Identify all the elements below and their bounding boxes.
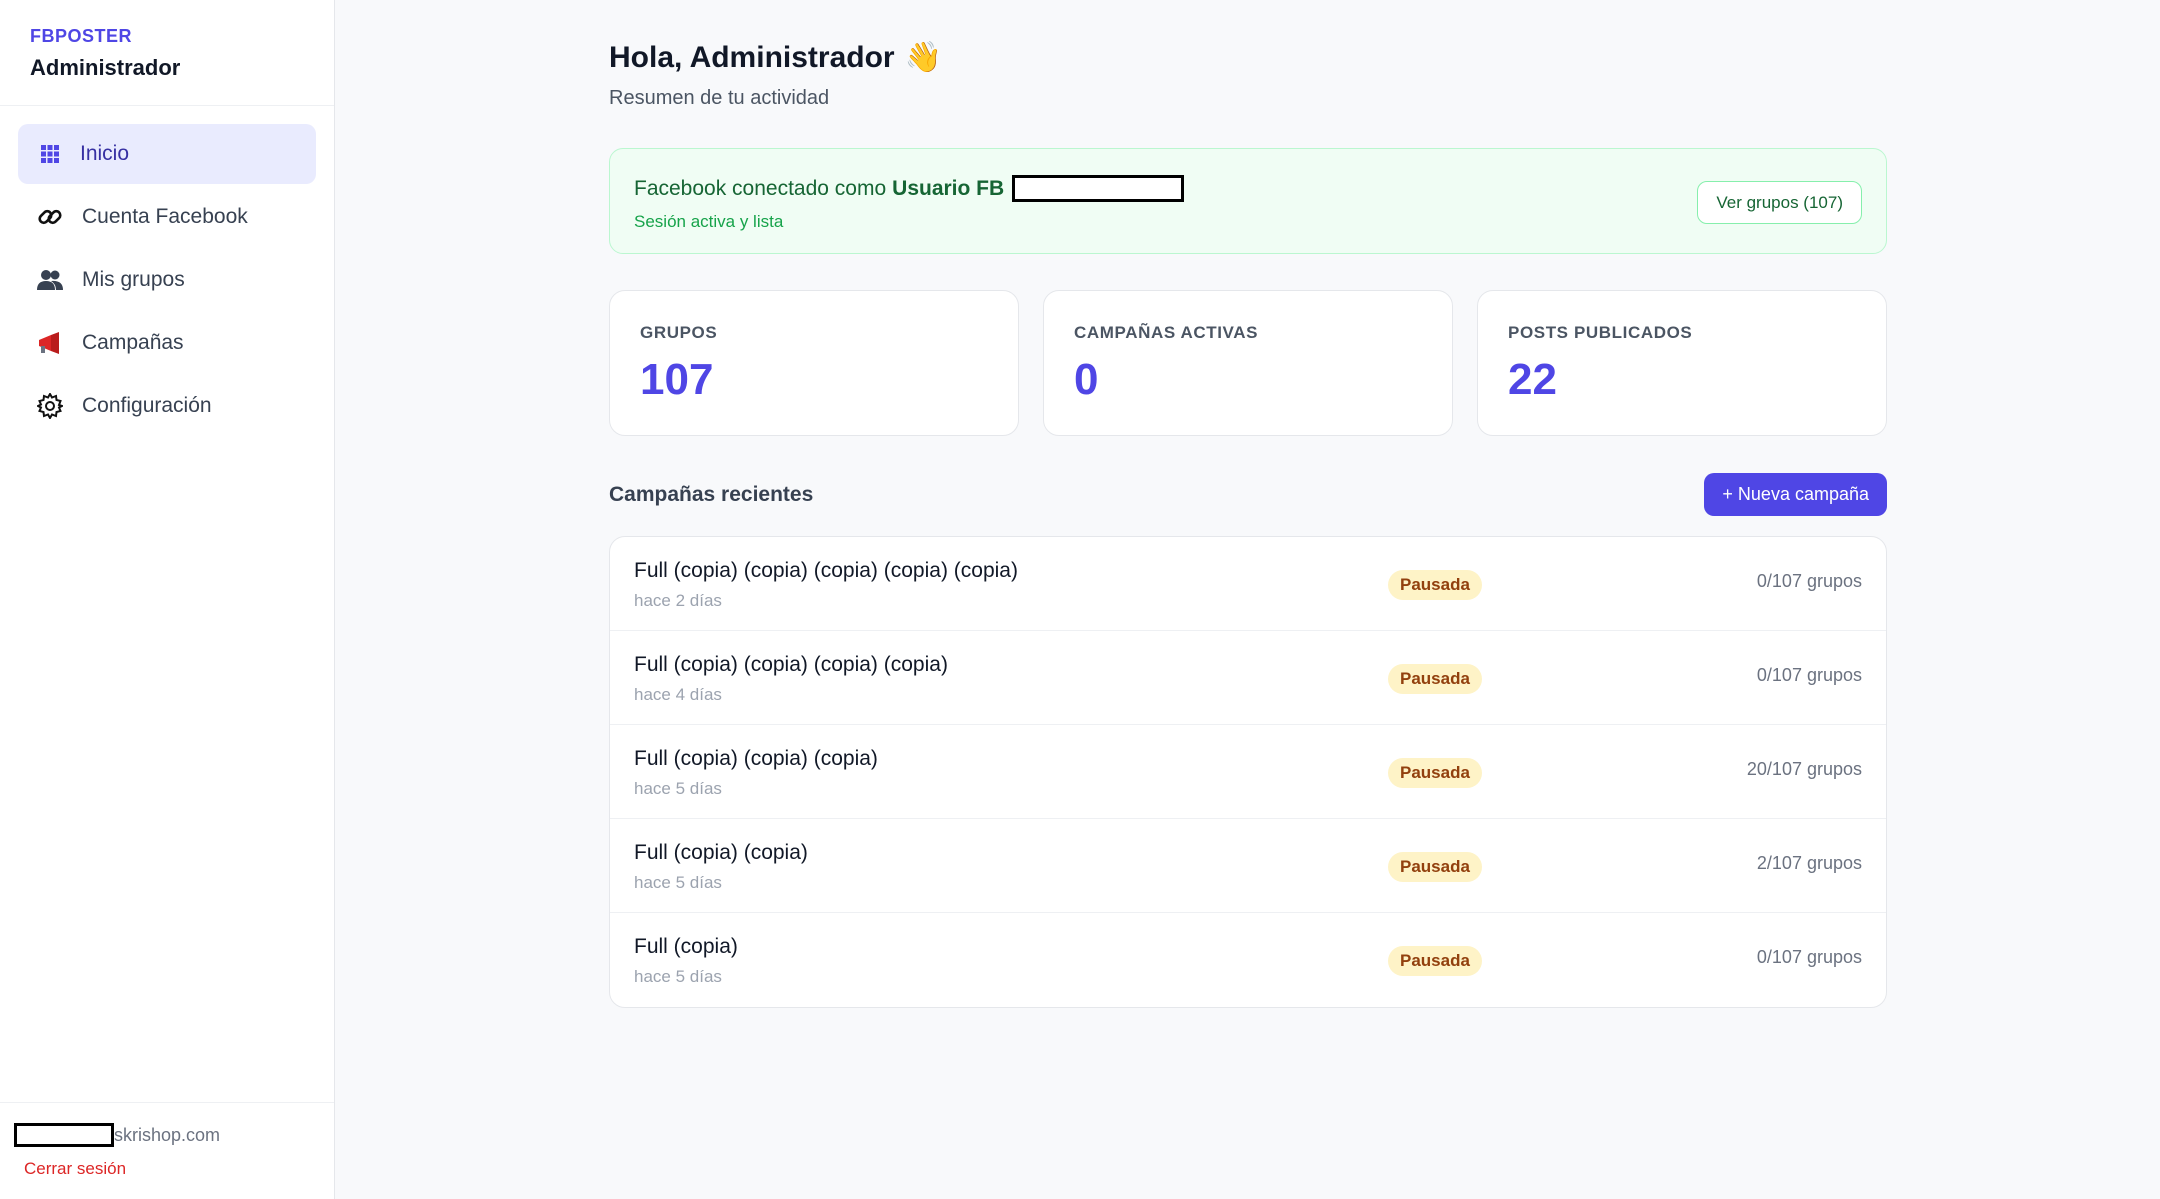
page-subtitle: Resumen de tu actividad xyxy=(609,87,830,109)
stat-value: 107 xyxy=(640,355,714,404)
status-badge: Pausada xyxy=(1388,570,1482,600)
brand: FBPOSTER Administrador xyxy=(0,0,334,106)
campaign-name: Full (copia) (copia) (copia) (copia) (co… xyxy=(634,559,1018,582)
gear-icon xyxy=(36,392,64,420)
facebook-connection-line: Facebook conectado como Usuario FB xyxy=(634,175,1862,202)
campaign-row[interactable]: Full (copia) (copia) hace 5 días Pausada… xyxy=(610,819,1886,913)
stat-card-active-campaigns: CAMPAÑAS ACTIVAS 0 xyxy=(1043,290,1453,436)
sidebar-item-mis-grupos[interactable]: Mis grupos xyxy=(18,250,316,310)
redacted-block xyxy=(14,1123,114,1147)
stats-row: GRUPOS 107 CAMPAÑAS ACTIVAS 0 POSTS PUBL… xyxy=(609,290,1887,436)
megaphone-icon xyxy=(36,329,64,357)
facebook-status-banner: Facebook conectado como Usuario FB Sesió… xyxy=(609,148,1887,254)
view-groups-button[interactable]: Ver grupos (107) xyxy=(1697,181,1862,224)
sidebar-nav: Inicio Cuenta Facebook Mis grupos Campañ… xyxy=(0,106,334,457)
campaign-name: Full (copia) (copia) xyxy=(634,841,808,864)
brand-name: FBPOSTER xyxy=(30,26,133,46)
campaign-groups-count: 0/107 grupos xyxy=(1756,571,1862,591)
greeting-text: Hola, Administrador xyxy=(609,40,895,74)
user-email: skrishop.com xyxy=(14,1123,320,1147)
campaign-name: Full (copia) (copia) (copia) (copia) xyxy=(634,653,948,676)
campaign-date: hace 2 días xyxy=(634,591,722,610)
user-email-domain: skrishop.com xyxy=(114,1124,221,1145)
campaign-list: Full (copia) (copia) (copia) (copia) (co… xyxy=(609,536,1887,1008)
campaign-date: hace 5 días xyxy=(634,779,722,798)
waving-hand-icon: 👋 xyxy=(904,41,942,74)
sidebar-item-campanas[interactable]: Campañas xyxy=(18,313,316,373)
sidebar-item-label: Campañas xyxy=(82,331,184,354)
campaign-row[interactable]: Full (copia) (copia) (copia) (copia) hac… xyxy=(610,631,1886,725)
page-title: Hola, Administrador 👋 xyxy=(609,40,1887,75)
stat-label: POSTS PUBLICADOS xyxy=(1508,323,1693,342)
sidebar-item-label: Inicio xyxy=(80,142,130,165)
sidebar-item-cuenta-facebook[interactable]: Cuenta Facebook xyxy=(18,187,316,247)
status-badge: Pausada xyxy=(1388,758,1482,788)
stat-value: 0 xyxy=(1074,355,1099,404)
facebook-connected-label: Facebook conectado como xyxy=(634,176,887,200)
campaign-name: Full (copia) (copia) (copia) xyxy=(634,747,878,770)
campaign-name: Full (copia) xyxy=(634,935,738,958)
new-campaign-button[interactable]: + Nueva campaña xyxy=(1704,473,1887,516)
brand-role: Administrador xyxy=(30,55,181,80)
stat-value: 22 xyxy=(1508,355,1557,404)
facebook-user-redacted xyxy=(1012,175,1185,202)
facebook-session-status: Sesión activa y lista xyxy=(634,212,784,231)
campaign-row[interactable]: Full (copia) hace 5 días Pausada 0/107 g… xyxy=(610,913,1886,1007)
campaign-date: hace 5 días xyxy=(634,967,722,986)
sidebar-footer: skrishop.com Cerrar sesión xyxy=(0,1102,334,1199)
campaign-groups-count: 0/107 grupos xyxy=(1756,947,1862,967)
status-badge: Pausada xyxy=(1388,946,1482,976)
facebook-user-name: Usuario FB xyxy=(892,176,1005,200)
stat-label: CAMPAÑAS ACTIVAS xyxy=(1074,323,1259,342)
campaign-date: hace 4 días xyxy=(634,685,722,704)
status-badge: Pausada xyxy=(1388,852,1482,882)
stat-label: GRUPOS xyxy=(640,323,718,342)
sidebar-item-label: Configuración xyxy=(82,394,212,417)
campaign-row[interactable]: Full (copia) (copia) (copia) (copia) (co… xyxy=(610,537,1886,631)
main-content: Hola, Administrador 👋 Resumen de tu acti… xyxy=(609,0,1887,1008)
campaign-row[interactable]: Full (copia) (copia) (copia) hace 5 días… xyxy=(610,725,1886,819)
campaign-groups-count: 2/107 grupos xyxy=(1756,853,1862,873)
sidebar-item-inicio[interactable]: Inicio xyxy=(18,124,316,184)
redacted-block xyxy=(1012,175,1185,202)
sidebar-item-label: Mis grupos xyxy=(82,268,185,291)
stat-card-groups: GRUPOS 107 xyxy=(609,290,1019,436)
users-icon xyxy=(36,266,64,294)
recent-campaigns-header: Campañas recientes + Nueva campaña xyxy=(609,473,1887,516)
sidebar: FBPOSTER Administrador Inicio Cuenta Fac… xyxy=(0,0,335,1199)
campaign-groups-count: 20/107 grupos xyxy=(1746,759,1862,779)
logout-link[interactable]: Cerrar sesión xyxy=(24,1159,320,1179)
status-badge: Pausada xyxy=(1388,664,1482,694)
sidebar-item-label: Cuenta Facebook xyxy=(82,205,248,228)
section-title: Campañas recientes xyxy=(609,482,814,506)
link-icon xyxy=(36,203,64,231)
sidebar-item-configuracion[interactable]: Configuración xyxy=(18,376,316,436)
campaign-groups-count: 0/107 grupos xyxy=(1756,665,1862,685)
grid-icon xyxy=(36,140,64,168)
stat-card-published-posts: POSTS PUBLICADOS 22 xyxy=(1477,290,1887,436)
campaign-date: hace 5 días xyxy=(634,873,722,892)
